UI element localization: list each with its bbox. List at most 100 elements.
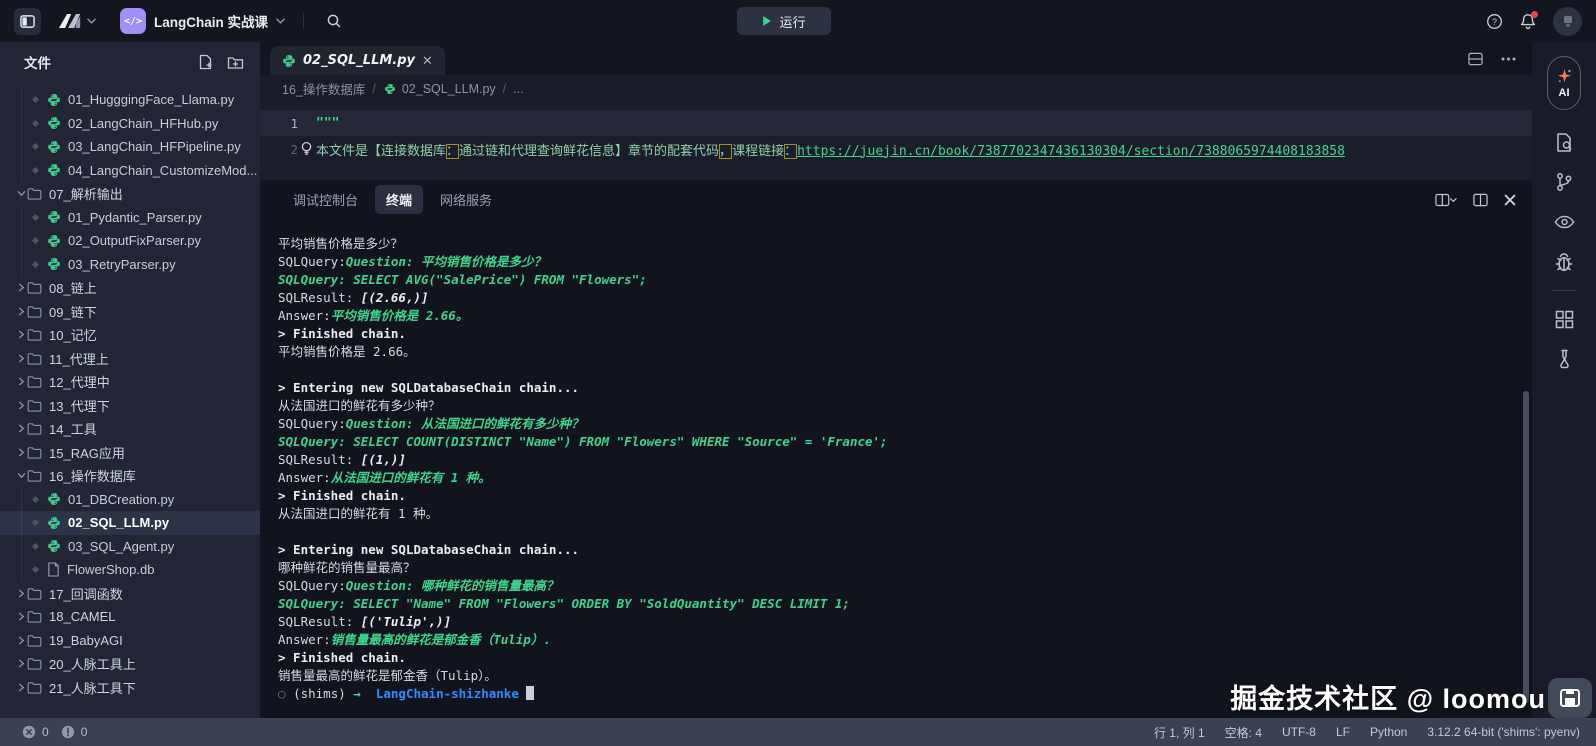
status-item[interactable]: UTF-8 bbox=[1282, 725, 1316, 739]
close-tab-icon[interactable]: ✕ bbox=[422, 54, 433, 67]
chevron-icon bbox=[15, 401, 27, 410]
python-file-icon bbox=[384, 83, 396, 95]
code-line[interactable]: 2本文件是【连接数据库：通过链和代理查询鲜花信息】章节的配套代码，课程链接：ht… bbox=[260, 136, 1532, 162]
status-item[interactable]: 行 1, 列 1 bbox=[1154, 724, 1205, 741]
chevron-icon bbox=[15, 330, 27, 339]
tree-file-item[interactable]: 01_Pydantic_Parser.py bbox=[0, 206, 260, 230]
code-editor[interactable]: 1"""2本文件是【连接数据库：通过链和代理查询鲜花信息】章节的配套代码，课程链… bbox=[260, 102, 1532, 180]
tree-file-item[interactable]: 03_SQL_Agent.py bbox=[0, 535, 260, 559]
tree-item-label: 15_RAG应用 bbox=[49, 443, 125, 462]
project-selector[interactable]: </> LangChain 实战课 bbox=[120, 8, 285, 34]
ai-assistant-button[interactable]: AI bbox=[1547, 56, 1581, 110]
editor-tab-bar: 02_SQL_LLM.py ✕ bbox=[260, 42, 1532, 75]
panel-tab[interactable]: 终端 bbox=[375, 185, 423, 214]
run-button[interactable]: 运行 bbox=[737, 7, 831, 35]
search-icon[interactable] bbox=[326, 13, 342, 29]
python-file-icon bbox=[47, 539, 61, 553]
breadcrumb-item[interactable]: 02_SQL_LLM.py bbox=[383, 82, 496, 96]
chevron-icon bbox=[15, 283, 27, 292]
warning-count: 0 bbox=[81, 725, 88, 739]
terminal-line: Answer:销售量最高的鲜花是郁金香（Tulip）. bbox=[278, 631, 1532, 649]
tree-file-item[interactable]: 03_RetryParser.py bbox=[0, 253, 260, 277]
tree-file-item[interactable]: 01_HugggingFace_Llama.py bbox=[0, 88, 260, 112]
breadcrumb-item[interactable]: 16_操作数据库 bbox=[282, 79, 365, 98]
tree-file-item[interactable]: 01_DBCreation.py bbox=[0, 488, 260, 512]
folder-icon bbox=[27, 610, 42, 623]
editor-tab-02-sql-llm[interactable]: 02_SQL_LLM.py ✕ bbox=[270, 46, 445, 75]
debug-icon[interactable] bbox=[1552, 250, 1576, 274]
tree-folder-item[interactable]: 19_BabyAGI bbox=[0, 629, 260, 653]
status-item[interactable]: LF bbox=[1336, 725, 1350, 739]
split-panel-icon[interactable] bbox=[1473, 193, 1488, 207]
close-panel-icon[interactable] bbox=[1504, 194, 1516, 206]
tree-folder-item[interactable]: 16_操作数据库 bbox=[0, 464, 260, 488]
tree-file-item[interactable]: 04_LangChain_CustomizeMod... bbox=[0, 159, 260, 183]
terminal-output[interactable]: 平均销售价格是多少？SQLQuery:Question: 平均销售价格是多少？S… bbox=[260, 218, 1532, 718]
status-bar: 0 0 行 1, 列 1 空格: 4 UTF-8 LF Python 3.12.2 64-… bbox=[0, 718, 1596, 746]
terminal-line: 平均销售价格是 2.66。 bbox=[278, 343, 1532, 361]
tree-folder-item[interactable]: 21_人脉工具下 bbox=[0, 676, 260, 700]
tree-folder-item[interactable]: 17_回调函数 bbox=[0, 582, 260, 606]
tree-folder-item[interactable]: 12_代理中 bbox=[0, 370, 260, 394]
svg-text:?: ? bbox=[1492, 16, 1497, 26]
folder-icon bbox=[27, 375, 42, 388]
tree-folder-item[interactable]: 20_人脉工具上 bbox=[0, 652, 260, 676]
preview-eye-icon[interactable] bbox=[1552, 210, 1576, 234]
sparkle-icon bbox=[1556, 68, 1573, 85]
terminal-scrollbar[interactable] bbox=[1523, 391, 1529, 703]
sidebar-toggle-button[interactable] bbox=[14, 8, 41, 35]
problems-indicator[interactable]: 0 0 bbox=[22, 725, 93, 739]
terminal-text: 从法国进口的鲜花有多少种？ bbox=[278, 398, 441, 413]
tree-folder-item[interactable]: 13_代理下 bbox=[0, 394, 260, 418]
tree-file-item[interactable]: 02_OutputFixParser.py bbox=[0, 229, 260, 253]
more-actions-icon[interactable] bbox=[1501, 57, 1516, 61]
tree-folder-item[interactable]: 09_链下 bbox=[0, 300, 260, 324]
tree-file-item[interactable]: 03_LangChain_HFPipeline.py bbox=[0, 135, 260, 159]
source-control-icon[interactable] bbox=[1552, 170, 1576, 194]
tree-item-label: 14_工具 bbox=[49, 419, 97, 438]
lab-flask-icon[interactable] bbox=[1552, 347, 1576, 371]
breadcrumb-item[interactable]: ... bbox=[513, 82, 523, 96]
tree-folder-item[interactable]: 11_代理上 bbox=[0, 347, 260, 371]
tree-folder-item[interactable]: 10_记忆 bbox=[0, 323, 260, 347]
terminal-text: > Finished chain. bbox=[278, 650, 406, 665]
tree-folder-item[interactable]: 15_RAG应用 bbox=[0, 441, 260, 465]
terminal-text: 平均销售价格是 2.66。 bbox=[331, 308, 469, 323]
terminal-line: Answer:平均销售价格是 2.66。 bbox=[278, 307, 1532, 325]
file-search-icon[interactable] bbox=[1552, 130, 1576, 154]
tree-item-label: 04_LangChain_CustomizeMod... bbox=[68, 163, 257, 178]
tree-folder-item[interactable]: 07_解析输出 bbox=[0, 182, 260, 206]
python-file-icon bbox=[47, 163, 61, 177]
app-logo-menu[interactable] bbox=[57, 12, 96, 30]
code-link[interactable]: https://juejin.cn/book/73877023474361303… bbox=[797, 144, 1345, 159]
chevron-icon bbox=[15, 659, 27, 668]
tree-file-item[interactable]: FlowerShop.db bbox=[0, 558, 260, 582]
new-folder-icon[interactable] bbox=[227, 54, 244, 70]
tree-item-label: 19_BabyAGI bbox=[49, 633, 123, 648]
app-logo-icon bbox=[57, 12, 83, 30]
panel-tab[interactable]: 调试控制台 bbox=[282, 185, 369, 214]
help-icon[interactable]: ? bbox=[1486, 13, 1503, 30]
new-file-icon[interactable] bbox=[198, 54, 213, 70]
code-line[interactable]: 1""" bbox=[260, 110, 1532, 136]
status-item[interactable]: 3.12.2 64-bit ('shims': pyenv) bbox=[1427, 725, 1580, 739]
notifications-bell-icon[interactable] bbox=[1520, 13, 1536, 30]
lightbulb-icon[interactable] bbox=[300, 141, 313, 156]
split-editor-icon[interactable] bbox=[1468, 52, 1483, 66]
code-segment: 通过链和代理查询鲜花信息】章节的配套代码 bbox=[459, 144, 719, 159]
split-terminal-dropdown-icon[interactable] bbox=[1435, 193, 1457, 207]
tree-folder-item[interactable]: 14_工具 bbox=[0, 417, 260, 441]
status-item[interactable]: 空格: 4 bbox=[1225, 724, 1262, 741]
tree-folder-item[interactable]: 18_CAMEL bbox=[0, 605, 260, 629]
status-item[interactable]: Python bbox=[1370, 725, 1407, 739]
extensions-icon[interactable] bbox=[1552, 307, 1576, 331]
tree-file-item[interactable]: 02_SQL_LLM.py bbox=[0, 511, 260, 535]
chevron-icon bbox=[15, 471, 27, 480]
folder-icon bbox=[27, 328, 42, 341]
tree-file-item[interactable]: 02_LangChain_HFHub.py bbox=[0, 112, 260, 136]
terminal-text: [('Tulip',)] bbox=[361, 614, 451, 629]
panel-tab[interactable]: 网络服务 bbox=[429, 185, 503, 214]
user-avatar[interactable] bbox=[1553, 7, 1582, 36]
folder-icon bbox=[27, 305, 42, 318]
tree-folder-item[interactable]: 08_链上 bbox=[0, 276, 260, 300]
